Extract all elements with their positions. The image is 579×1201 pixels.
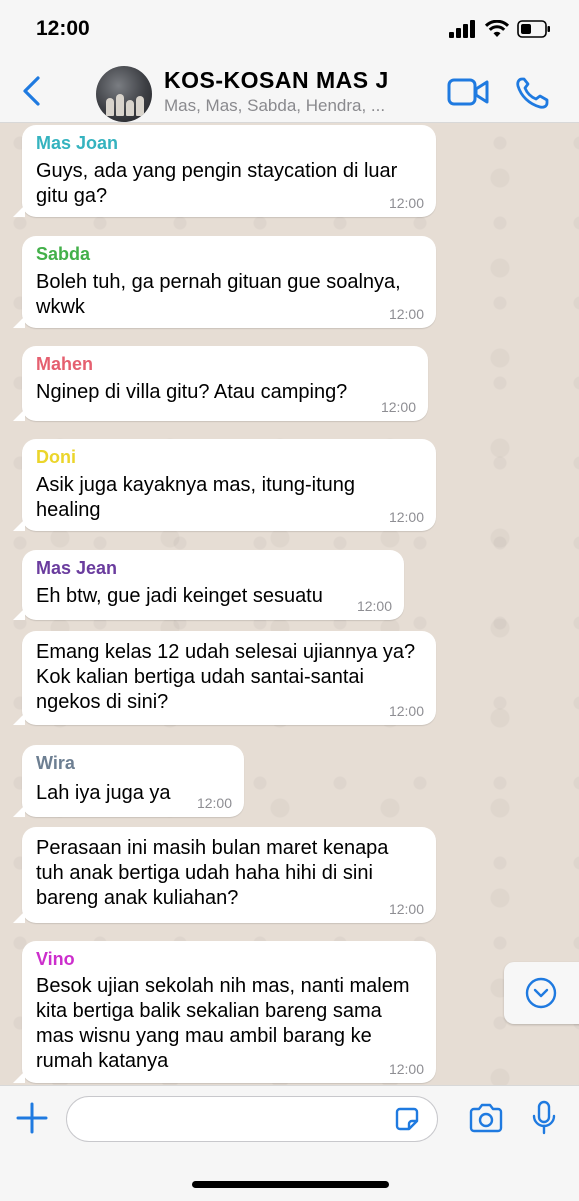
message-text: Asik juga kayaknya mas, itung-itung heal… xyxy=(36,474,356,521)
message-time: 12:00 xyxy=(388,195,424,211)
message-time: 12:00 xyxy=(388,1061,424,1077)
message-input[interactable] xyxy=(66,1096,438,1142)
plus-icon[interactable] xyxy=(16,1102,48,1134)
message-sender: Mas Joan xyxy=(36,133,119,153)
wifi-icon xyxy=(485,20,509,37)
message-bubble[interactable]: Mahen Nginep di villa gitu? Atau camping… xyxy=(13,346,428,421)
message-time: 12:00 xyxy=(196,795,232,811)
status-icons xyxy=(449,20,551,38)
message-sender: Vino xyxy=(36,949,75,969)
message-text: Lah iya juga ya xyxy=(36,782,171,804)
top-bar: 12:00 KOS-KOSAN MAS J Mas, Mas, Sabda, H… xyxy=(0,0,579,123)
message-bubble[interactable]: Mas Joan Guys, ada yang pengin staycatio… xyxy=(13,125,436,217)
message-time: 12:00 xyxy=(388,901,424,917)
message-bubble[interactable]: Mas Jean Eh btw, gue jadi keinget sesuat… xyxy=(13,550,404,620)
message-text: Boleh tuh, ga pernah gituan gue soalnya,… xyxy=(36,271,401,318)
message-sender: Mas Jean xyxy=(36,558,118,578)
group-members[interactable]: Mas, Mas, Sabda, Hendra, ... xyxy=(164,96,385,116)
signal-icon xyxy=(449,20,475,38)
message-text: Perasaan ini masih bulan maret kenapa tu… xyxy=(36,837,389,909)
scroll-down-button[interactable] xyxy=(504,962,579,1024)
phone-icon[interactable] xyxy=(515,76,551,110)
message-bubble[interactable]: Wira Lah iya juga ya 12:00 xyxy=(13,745,244,817)
message-bubble[interactable]: Perasaan ini masih bulan maret kenapa tu… xyxy=(13,827,436,923)
status-time: 12:00 xyxy=(36,17,90,40)
message-time: 12:00 xyxy=(356,598,392,614)
chevron-down-circle-icon xyxy=(525,977,557,1009)
message-sender: Mahen xyxy=(36,354,94,374)
message-time: 12:00 xyxy=(388,306,424,322)
back-chevron-icon[interactable] xyxy=(18,74,46,108)
group-title[interactable]: KOS-KOSAN MAS J xyxy=(164,67,389,94)
sticker-icon[interactable] xyxy=(394,1106,420,1132)
message-bubble[interactable]: Vino Besok ujian sekolah nih mas, nanti … xyxy=(13,941,436,1083)
message-sender: Wira xyxy=(36,753,75,773)
message-time: 12:00 xyxy=(388,703,424,719)
microphone-icon[interactable] xyxy=(530,1100,558,1136)
battery-icon xyxy=(517,20,550,38)
message-text: Guys, ada yang pengin staycation di luar… xyxy=(36,160,398,207)
message-bubble[interactable]: Doni Asik juga kayaknya mas, itung-itung… xyxy=(13,439,436,531)
message-sender: Doni xyxy=(36,447,76,467)
video-camera-icon[interactable] xyxy=(447,78,489,106)
message-bubble[interactable]: Sabda Boleh tuh, ga pernah gituan gue so… xyxy=(13,236,436,328)
message-text: Nginep di villa gitu? Atau camping? xyxy=(36,381,348,403)
home-indicator xyxy=(192,1181,389,1188)
message-sender: Sabda xyxy=(36,244,91,264)
camera-icon[interactable] xyxy=(468,1103,504,1133)
message-bubble[interactable]: Emang kelas 12 udah selesai ujiannya ya?… xyxy=(13,631,436,725)
message-text: Besok ujian sekolah nih mas, nanti malem… xyxy=(36,975,410,1072)
message-text: Eh btw, gue jadi keinget sesuatu xyxy=(36,585,323,607)
message-time: 12:00 xyxy=(380,399,416,415)
message-text: Emang kelas 12 udah selesai ujiannya ya?… xyxy=(36,641,416,713)
group-avatar[interactable] xyxy=(96,66,152,122)
message-time: 12:00 xyxy=(388,509,424,525)
chat-area[interactable]: Mas Joan Guys, ada yang pengin staycatio… xyxy=(0,123,579,1085)
